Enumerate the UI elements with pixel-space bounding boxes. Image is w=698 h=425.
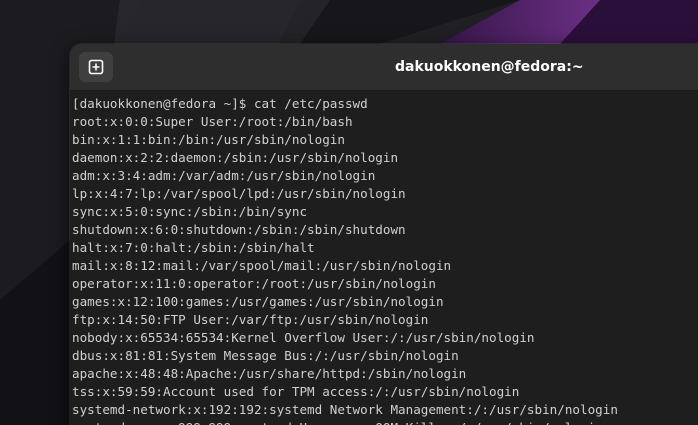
- terminal-output-line: dbus:x:81:81:System Message Bus:/:/usr/s…: [72, 348, 459, 363]
- terminal-output-line: operator:x:11:0:operator:/root:/usr/sbin…: [72, 276, 436, 291]
- terminal-output-line: games:x:12:100:games:/usr/games:/usr/sbi…: [72, 294, 444, 309]
- terminal-output-line: ftp:x:14:50:FTP User:/var/ftp:/usr/sbin/…: [72, 312, 429, 327]
- terminal-output-line: apache:x:48:48:Apache:/usr/share/httpd:/…: [72, 366, 467, 381]
- command-prompt-line: [dakuokkonen@fedora ~]$ cat /etc/passwd: [72, 96, 368, 111]
- terminal-window: dakuokkonen@fedora:~ [dakuokkonen@fedora…: [70, 44, 698, 425]
- terminal-output-line: daemon:x:2:2:daemon:/sbin:/usr/sbin/nolo…: [72, 150, 399, 165]
- terminal-output-line: lp:x:4:7:lp:/var/spool/lpd:/usr/sbin/nol…: [72, 186, 406, 201]
- terminal-output-line: adm:x:3:4:adm:/var/adm:/usr/sbin/nologin: [72, 168, 376, 183]
- terminal-output-line: mail:x:8:12:mail:/var/spool/mail:/usr/sb…: [72, 258, 452, 273]
- terminal-output-line: sync:x:5:0:sync:/sbin:/bin/sync: [72, 204, 308, 219]
- terminal-output-line: nobody:x:65534:65534:Kernel Overflow Use…: [72, 330, 535, 345]
- terminal-output-line: shutdown:x:6:0:shutdown:/sbin:/sbin/shut…: [72, 222, 406, 237]
- terminal-output-line: halt:x:7:0:halt:/sbin:/sbin/halt: [72, 240, 315, 255]
- terminal-output-line: tss:x:59:59:Account used for TPM access:…: [72, 384, 520, 399]
- titlebar: dakuokkonen@fedora:~: [70, 44, 698, 91]
- window-title: dakuokkonen@fedora:~: [395, 59, 584, 75]
- terminal-output-line: systemd-oom:x:999:999:systemd Userspace …: [72, 419, 698, 425]
- terminal-output-line: systemd-network:x:192:192:systemd Networ…: [72, 402, 618, 417]
- terminal-output[interactable]: [dakuokkonen@fedora ~]$ cat /etc/passwd …: [70, 91, 698, 425]
- terminal-output-line: bin:x:1:1:bin:/bin:/usr/sbin/nologin: [72, 132, 345, 147]
- terminal-output-line: root:x:0:0:Super User:/root:/bin/bash: [72, 114, 353, 129]
